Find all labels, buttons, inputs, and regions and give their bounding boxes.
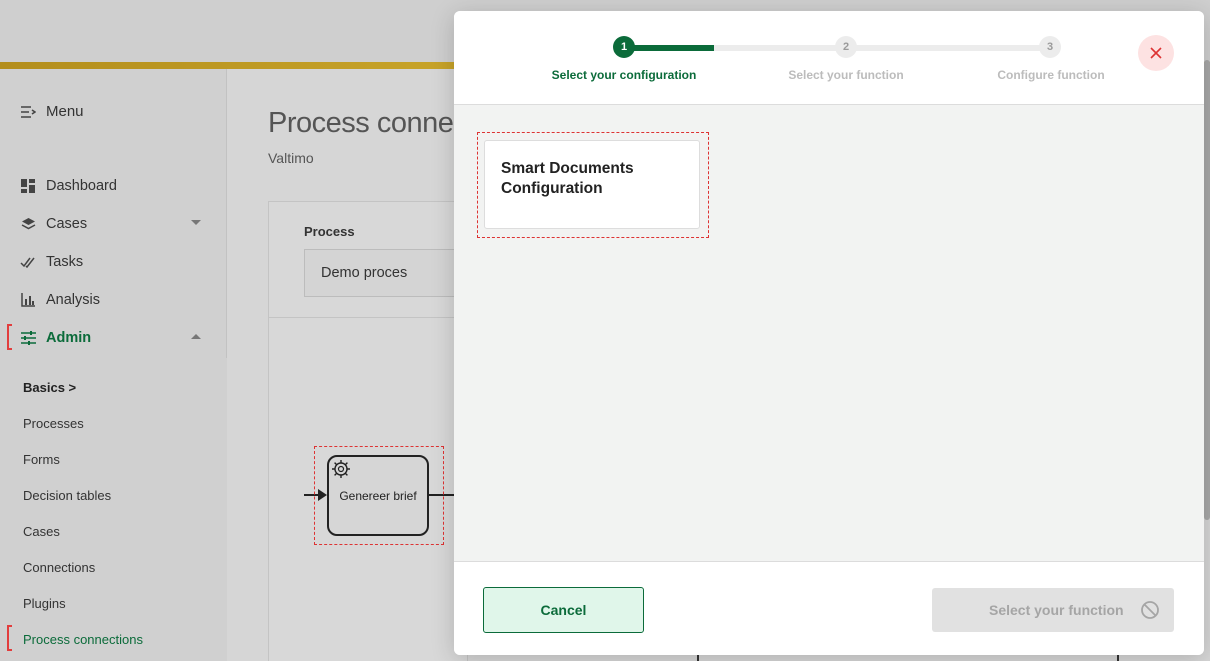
active-indicator xyxy=(7,625,12,651)
menu-label: Menu xyxy=(46,103,84,120)
subnav-basics[interactable]: Basics > xyxy=(23,380,76,395)
step-3-indicator: 3 xyxy=(1039,36,1061,58)
modal-footer: Cancel Select your function xyxy=(454,561,1204,655)
configuration-card[interactable]: Smart Documents Configuration xyxy=(484,140,700,229)
page-subtitle: Valtimo xyxy=(268,150,314,166)
admin-subnav: Basics > Processes Forms Decision tables… xyxy=(0,358,227,661)
close-icon xyxy=(1150,47,1162,59)
sliders-icon xyxy=(20,330,36,346)
sidebar-item-tasks[interactable]: Tasks xyxy=(0,243,227,281)
disabled-icon xyxy=(1141,601,1159,619)
bar-chart-icon xyxy=(20,292,36,308)
step-1-label: Select your configuration xyxy=(551,68,697,82)
step-2-label: Select your function xyxy=(788,68,904,82)
double-check-icon xyxy=(20,254,36,270)
subnav-cases[interactable]: Cases xyxy=(23,524,60,539)
chevron-up-icon xyxy=(191,334,201,339)
subnav-processes[interactable]: Processes xyxy=(23,416,84,431)
sidebar-item-cases[interactable]: Cases xyxy=(0,205,227,243)
sidebar-item-label: Dashboard xyxy=(46,178,117,194)
dashboard-icon xyxy=(20,178,36,194)
close-button[interactable] xyxy=(1138,35,1174,71)
divider xyxy=(268,317,468,318)
step-1-indicator: 1 xyxy=(613,36,635,58)
subnav-process-connections[interactable]: Process connections xyxy=(23,632,143,647)
subnav-connections[interactable]: Connections xyxy=(23,560,95,575)
page-title: Process connect xyxy=(268,107,475,139)
process-select[interactable]: Demo proces xyxy=(304,249,464,297)
background-element xyxy=(697,655,1119,661)
sidebar: Menu Dashboard Cases Tasks Analysis Admi… xyxy=(0,69,227,661)
sidebar-item-admin[interactable]: Admin xyxy=(0,319,227,357)
sidebar-item-label: Cases xyxy=(46,216,88,232)
scrollbar[interactable] xyxy=(1204,60,1210,520)
menu-icon xyxy=(21,105,36,118)
modal-header: 1 2 3 Select your configuration Select y… xyxy=(454,11,1204,105)
cancel-button[interactable]: Cancel xyxy=(483,587,644,633)
step-2-indicator: 2 xyxy=(835,36,857,58)
step-3-label: Configure function xyxy=(997,68,1105,82)
process-label: Process xyxy=(304,224,355,239)
layers-icon xyxy=(20,216,36,232)
configuration-modal: 1 2 3 Select your configuration Select y… xyxy=(454,11,1204,655)
chevron-down-icon xyxy=(191,220,201,225)
select-function-button[interactable]: Select your function xyxy=(932,588,1174,632)
sidebar-item-label: Analysis xyxy=(46,292,100,308)
task-selection-outline xyxy=(314,446,444,545)
select-function-button-label: Select your function xyxy=(989,602,1124,618)
menu-toggle[interactable]: Menu xyxy=(20,103,84,120)
subnav-plugins[interactable]: Plugins xyxy=(23,596,66,611)
subnav-decision-tables[interactable]: Decision tables xyxy=(23,488,111,503)
cancel-button-label: Cancel xyxy=(540,602,587,618)
subnav-forms[interactable]: Forms xyxy=(23,452,60,467)
sidebar-item-label: Admin xyxy=(46,330,92,346)
progress-track-done xyxy=(624,45,714,51)
sidebar-item-analysis[interactable]: Analysis xyxy=(0,281,227,319)
progress-track-todo xyxy=(714,45,1044,51)
sidebar-item-dashboard[interactable]: Dashboard xyxy=(0,167,227,205)
sidebar-item-label: Tasks xyxy=(46,254,84,270)
